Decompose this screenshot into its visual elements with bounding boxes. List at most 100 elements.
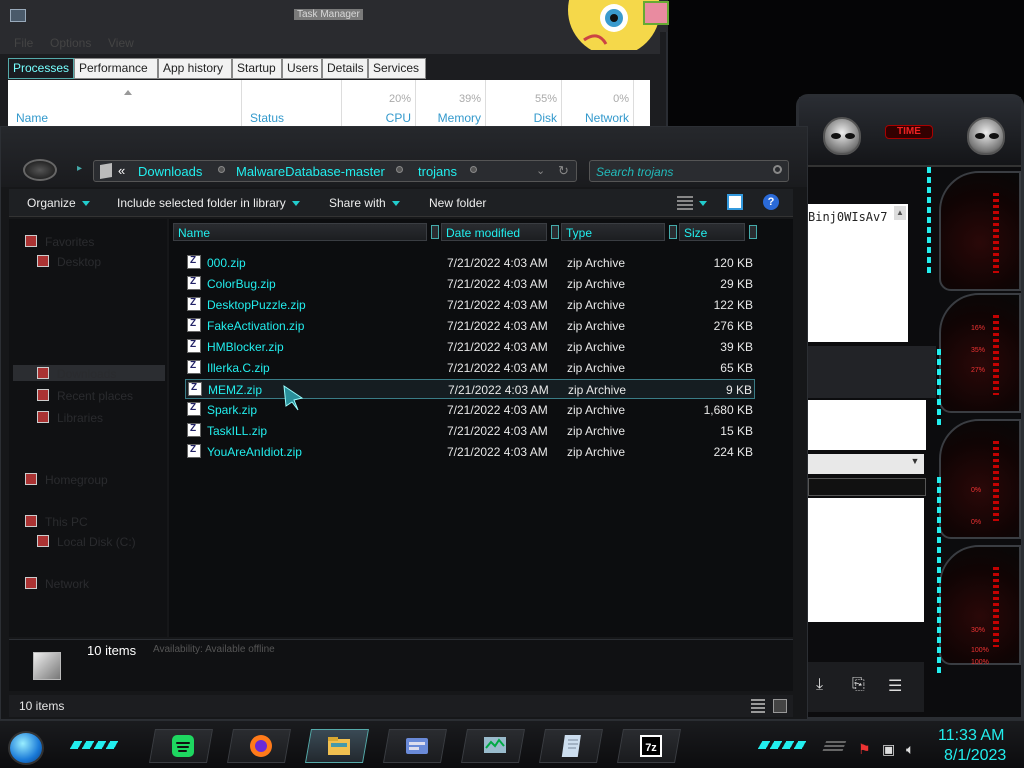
- large-icons-view-icon[interactable]: [773, 699, 787, 713]
- details-item-count: 10 items: [87, 643, 137, 658]
- taskbar-app-notepad[interactable]: [539, 729, 603, 763]
- help-icon[interactable]: ?: [763, 194, 779, 210]
- refresh-icon[interactable]: ↻: [558, 163, 569, 179]
- file-name: TaskILL.zip: [207, 424, 268, 438]
- search-input[interactable]: Search trojans: [589, 160, 789, 182]
- organize-button[interactable]: Organize: [27, 196, 90, 210]
- file-row[interactable]: Spark.zip 7/21/2022 4:03 AM zip Archive 1,6…: [185, 400, 755, 420]
- breadcrumb-separator-icon[interactable]: [396, 166, 403, 173]
- folder-icon: [100, 162, 112, 180]
- search-placeholder: Search trojans: [596, 165, 674, 179]
- col-header-date[interactable]: Date modified: [441, 223, 547, 241]
- taskbar-app-spotify[interactable]: [149, 729, 213, 763]
- col-header-type[interactable]: Type: [561, 223, 665, 241]
- breadcrumb-downloads[interactable]: Downloads: [138, 164, 202, 179]
- download-icon[interactable]: ⤓: [816, 676, 823, 694]
- file-row[interactable]: HMBlocker.zip 7/21/2022 4:03 AM zip Archiv…: [185, 337, 755, 357]
- column-resize-handle[interactable]: [749, 225, 757, 239]
- file-date: 7/21/2022 4:03 AM: [447, 277, 548, 291]
- clock-time[interactable]: 11:33 AM: [938, 727, 1004, 745]
- tab-details[interactable]: Details: [322, 58, 368, 79]
- zip-archive-icon: [187, 402, 201, 416]
- overflow-chevron-icon[interactable]: «: [118, 163, 125, 178]
- volume-icon[interactable]: 🔈︎: [906, 741, 914, 758]
- breadcrumb-separator-icon[interactable]: [470, 166, 477, 173]
- col-network[interactable]: 0% Network: [562, 80, 634, 126]
- col-status-label: Status: [250, 111, 285, 125]
- column-resize-handle[interactable]: [431, 225, 439, 239]
- column-resize-handle[interactable]: [669, 225, 677, 239]
- taskbar-app-control-panel[interactable]: [383, 729, 447, 763]
- menu-icon[interactable]: ☰: [888, 676, 902, 696]
- col-header-size[interactable]: Size: [679, 223, 745, 241]
- zip-archive-icon: [188, 382, 202, 396]
- menu-file[interactable]: File: [14, 36, 33, 50]
- chevron-down-icon[interactable]: [699, 201, 707, 206]
- action-center-flag-icon[interactable]: ⚑: [858, 741, 871, 758]
- taskbar-app-file-explorer[interactable]: [305, 729, 369, 763]
- file-row[interactable]: TaskILL.zip 7/21/2022 4:03 AM zip Archive 1…: [185, 421, 755, 441]
- taskbar-app-task-manager[interactable]: [461, 729, 525, 763]
- breadcrumb-separator-icon[interactable]: [218, 166, 225, 173]
- breadcrumb-trojans[interactable]: trojans: [418, 164, 457, 179]
- nav-item-label: Favorites: [45, 235, 95, 249]
- col-disk[interactable]: 55% Disk: [486, 80, 562, 126]
- details-view-icon[interactable]: [751, 699, 765, 713]
- col-name[interactable]: Name: [8, 80, 242, 126]
- tab-users[interactable]: Users: [282, 58, 322, 79]
- file-size: 29 KB: [720, 277, 753, 291]
- show-hidden-icons-icon[interactable]: [821, 741, 847, 753]
- address-bar[interactable]: « Downloads MalwareDatabase-master troja…: [93, 160, 577, 182]
- details-availability: Availability: Available offline: [153, 644, 275, 655]
- file-list: Name Date modified Type Size 000.zip 7/21…: [169, 219, 793, 637]
- back-button[interactable]: [23, 159, 57, 181]
- column-resize-handle[interactable]: [551, 225, 559, 239]
- tab-app-history[interactable]: App history: [158, 58, 232, 79]
- file-row-selected[interactable]: MEMZ.zip 7/21/2022 4:03 AM zip Archive 9 KB: [185, 379, 755, 399]
- tab-startup[interactable]: Startup: [232, 58, 282, 79]
- menu-view[interactable]: View: [108, 36, 134, 50]
- file-row[interactable]: YouAreAnIdiot.zip 7/21/2022 4:03 AM zip Ar…: [185, 442, 755, 462]
- view-options-icon[interactable]: [677, 196, 693, 210]
- zip-archive-icon: [187, 276, 201, 290]
- taskbar-app-7zip[interactable]: 7z: [617, 729, 681, 763]
- background-panel: [808, 346, 936, 398]
- new-folder-button[interactable]: New folder: [429, 196, 486, 210]
- search-icon[interactable]: [773, 165, 782, 174]
- background-dropdown[interactable]: [808, 454, 924, 474]
- taskbar-decoration: [757, 741, 809, 749]
- col-cpu[interactable]: 20% CPU: [342, 80, 416, 126]
- tab-performance[interactable]: Performance: [74, 58, 158, 79]
- share-with-button[interactable]: Share with: [329, 196, 400, 210]
- tab-processes[interactable]: Processes: [8, 58, 74, 79]
- file-name: FakeActivation.zip: [207, 319, 305, 333]
- clock-date[interactable]: 8/1/2023: [944, 747, 1006, 765]
- col-header-name[interactable]: Name: [173, 223, 427, 241]
- menu-options[interactable]: Options: [50, 36, 91, 50]
- tab-services[interactable]: Services: [368, 58, 426, 79]
- file-row[interactable]: Illerka.C.zip 7/21/2022 4:03 AM zip Archiv…: [185, 358, 755, 378]
- network-icon[interactable]: ▣: [882, 741, 895, 758]
- gauge-readout: 35%: [971, 347, 986, 354]
- taskbar-app-firefox[interactable]: [227, 729, 291, 763]
- gauge-readout: 27%: [971, 367, 986, 374]
- background-text-panel[interactable]: Binj0WIsAv7: [808, 204, 908, 342]
- scroll-up-arrow-icon[interactable]: ▲: [894, 206, 906, 220]
- file-row[interactable]: DesktopPuzzle.zip 7/21/2022 4:03 AM zip Ar…: [185, 295, 755, 315]
- file-row[interactable]: ColorBug.zip 7/21/2022 4:03 AM zip Archive…: [185, 274, 755, 294]
- col-memory[interactable]: 39% Memory: [416, 80, 486, 126]
- drive-icon: [37, 535, 49, 547]
- include-in-library-button[interactable]: Include selected folder in library: [117, 196, 300, 210]
- taskbar-decoration: [69, 741, 121, 749]
- preview-pane-icon[interactable]: [727, 194, 743, 210]
- start-button[interactable]: [8, 731, 44, 765]
- file-row[interactable]: FakeActivation.zip 7/21/2022 4:03 AM zip A…: [185, 316, 755, 336]
- forward-arrow-icon[interactable]: ▸: [77, 163, 82, 174]
- col-status[interactable]: Status: [242, 80, 342, 126]
- share-icon[interactable]: ⎘: [852, 676, 865, 694]
- breadcrumb-malwaredatabase[interactable]: MalwareDatabase-master: [236, 164, 385, 179]
- file-row[interactable]: 000.zip 7/21/2022 4:03 AM zip Archive 120 K…: [185, 253, 755, 273]
- chevron-down-icon[interactable]: ⌄: [536, 164, 545, 177]
- background-panel: [808, 400, 926, 450]
- chevron-down-icon[interactable]: ▼: [908, 456, 922, 470]
